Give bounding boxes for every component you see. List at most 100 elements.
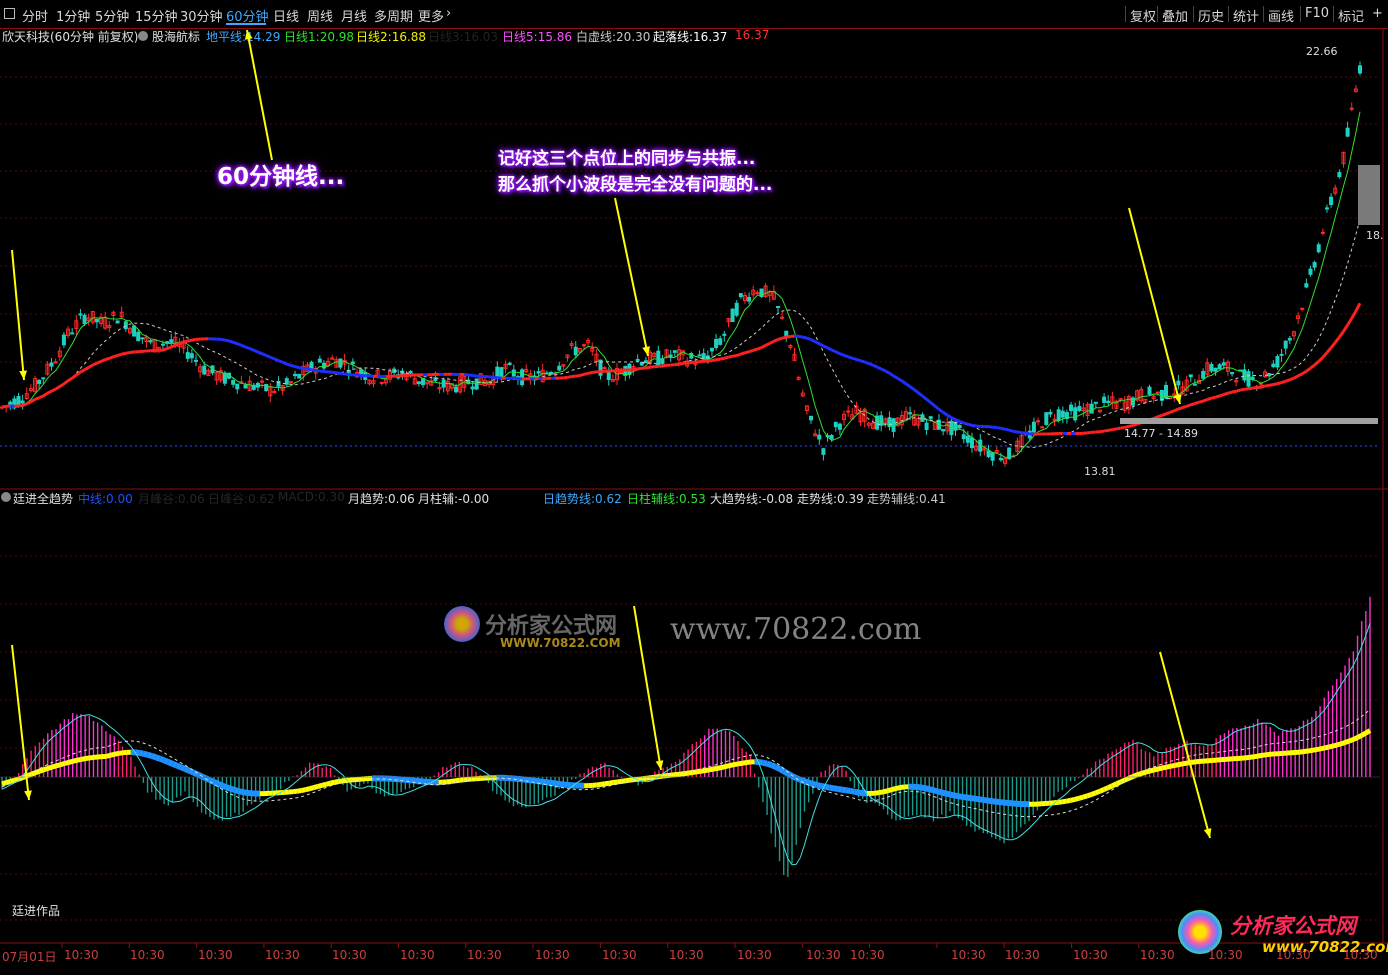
long-trend-line — [278, 359, 284, 364]
candle-body — [1209, 363, 1214, 372]
trend-band — [1106, 783, 1114, 791]
trend-band — [895, 785, 901, 791]
trend-band — [171, 761, 178, 769]
candle-body — [784, 330, 789, 337]
candle-body — [1308, 268, 1313, 275]
candle-body — [536, 371, 541, 374]
trend-band — [51, 763, 57, 770]
trend-band — [1340, 740, 1346, 747]
long-trend-line — [1000, 426, 1006, 431]
candle-body — [891, 418, 896, 432]
candle-body — [189, 353, 194, 359]
white-dashed-line — [1, 219, 1361, 448]
long-trend-line — [954, 418, 961, 423]
trend-band — [766, 760, 773, 768]
trend-band — [700, 768, 706, 774]
long-trend-line — [257, 350, 263, 356]
long-trend-line — [1338, 330, 1345, 339]
long-trend-line — [719, 356, 725, 361]
candle-body — [1358, 65, 1362, 74]
trend-band — [63, 760, 70, 766]
trend-band — [936, 788, 943, 796]
candle-body — [495, 366, 500, 378]
trend-band — [978, 796, 984, 803]
long-trend-line — [988, 425, 993, 429]
candle-body — [1217, 364, 1222, 370]
trend-band — [940, 789, 947, 797]
trend-band — [758, 759, 764, 766]
candle-body — [1052, 418, 1057, 421]
trend-band — [807, 779, 814, 787]
trend-band — [720, 764, 727, 770]
candle-body — [829, 435, 834, 440]
candle-body — [350, 361, 355, 364]
long-trend-line — [963, 421, 969, 426]
trend-band — [629, 777, 635, 783]
long-trend-line — [42, 392, 49, 398]
long-trend-line — [1169, 409, 1175, 414]
long-trend-line — [637, 366, 643, 371]
trend-band — [987, 797, 993, 805]
trend-band — [696, 768, 701, 775]
trend-band — [546, 779, 552, 786]
trend-band — [1311, 747, 1317, 753]
candle-body — [260, 380, 265, 383]
long-trend-line — [938, 408, 945, 414]
trend-band — [304, 786, 311, 793]
trend-band — [1074, 795, 1080, 802]
long-trend-line — [468, 373, 473, 378]
trend-band — [538, 778, 543, 785]
trend-band — [625, 777, 631, 784]
trend-band — [1174, 762, 1180, 768]
candle-body — [582, 344, 586, 347]
long-trend-line — [929, 401, 936, 408]
long-trend-line — [1289, 376, 1295, 382]
long-trend-line — [1281, 379, 1287, 385]
trend-band — [229, 785, 236, 793]
trend-band — [338, 778, 344, 784]
candle-body — [140, 337, 145, 340]
long-trend-line — [1206, 396, 1212, 401]
candle-body — [470, 386, 475, 390]
long-trend-line — [34, 396, 40, 401]
long-trend-line — [1194, 400, 1200, 405]
long-trend-line — [1354, 302, 1362, 312]
candle-body — [1213, 367, 1218, 372]
candle-body — [1147, 386, 1152, 395]
trend-band — [1182, 760, 1188, 767]
trend-band — [924, 785, 930, 793]
long-trend-line — [273, 357, 280, 363]
trend-band — [799, 776, 806, 785]
long-trend-line — [583, 371, 589, 376]
candle-body — [1275, 356, 1280, 368]
candle-body — [908, 412, 913, 415]
long-trend-line — [319, 369, 325, 374]
candle-body — [148, 340, 153, 343]
candle-body — [635, 358, 640, 361]
trend-band — [945, 790, 951, 798]
long-trend-line — [220, 337, 226, 342]
trend-band — [774, 764, 781, 772]
long-trend-line — [756, 346, 762, 351]
trend-band — [1102, 785, 1110, 792]
trend-band — [712, 765, 718, 772]
trend-band — [158, 755, 166, 764]
long-trend-line — [959, 420, 965, 425]
candle-body — [1188, 374, 1193, 378]
trend-band — [812, 780, 818, 788]
candle-body — [961, 434, 966, 440]
trend-band — [1157, 765, 1163, 772]
logo-title: 分析家公式网 — [1230, 914, 1356, 938]
long-trend-line — [1346, 317, 1354, 326]
trend-band — [454, 777, 460, 784]
time-label: 10:30 — [806, 948, 841, 962]
trend-band — [1119, 777, 1126, 785]
trend-band — [1149, 767, 1155, 774]
trend-band — [1249, 754, 1254, 760]
long-trend-line — [649, 365, 655, 369]
long-trend-line — [113, 354, 118, 359]
trend-band — [729, 762, 735, 769]
long-trend-line — [872, 363, 878, 369]
candle-body — [1060, 410, 1065, 418]
long-trend-line — [1182, 404, 1188, 410]
